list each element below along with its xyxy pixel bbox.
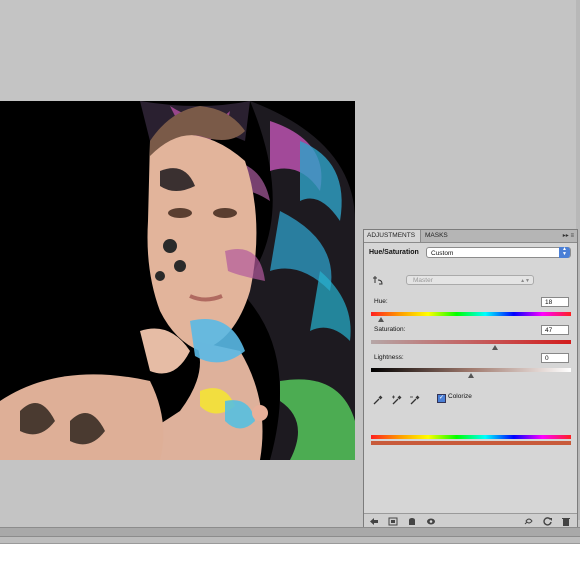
colorize-label: Colorize	[448, 393, 472, 400]
saturation-label: Saturation:	[374, 326, 406, 333]
reset-icon[interactable]	[543, 517, 553, 526]
panel-tab-bar: ADJUSTMENTS MASKS ▸▸ ≡	[364, 230, 577, 243]
hue-input[interactable]: 18	[541, 297, 569, 307]
preset-value: Custom	[431, 250, 454, 257]
colorize-checkbox[interactable]: ✓ Colorize	[437, 393, 472, 403]
lightness-slider-thumb[interactable]	[468, 373, 474, 378]
channel-value: Master	[413, 277, 433, 284]
clip-layer-icon[interactable]	[407, 517, 417, 526]
saturation-slider-thumb[interactable]	[492, 345, 498, 350]
select-arrows-icon: ▲▼	[559, 247, 570, 258]
lightness-slider-track[interactable]	[371, 368, 571, 372]
eyedropper-icon[interactable]	[372, 394, 384, 406]
status-bar	[0, 527, 580, 537]
checkmark-icon: ✓	[437, 394, 446, 403]
saturation-slider-track[interactable]	[371, 340, 571, 344]
hue-label: Hue:	[374, 298, 388, 305]
hue-slider-track[interactable]	[371, 312, 571, 316]
input-spectrum-bar	[371, 435, 571, 439]
eyedropper-plus-icon[interactable]	[391, 394, 403, 406]
tab-masks[interactable]: MASKS	[422, 230, 452, 242]
back-arrow-icon[interactable]	[369, 517, 379, 526]
preset-select[interactable]: Custom ▲ ▼	[426, 247, 571, 258]
scroll-bar[interactable]	[0, 537, 580, 544]
panel-menu-icon[interactable]: ▸▸ ≡	[563, 230, 574, 242]
document-canvas[interactable]	[0, 101, 355, 460]
view-previous-icon[interactable]	[524, 517, 534, 526]
tab-adjustments[interactable]: ADJUSTMENTS	[364, 230, 421, 242]
select-arrows-icon: ▲▼	[520, 278, 530, 284]
artwork-image	[0, 101, 355, 460]
lightness-label: Lightness:	[374, 354, 404, 361]
eyedropper-minus-icon[interactable]	[409, 394, 421, 406]
adjustment-title: Hue/Saturation	[369, 249, 419, 256]
expand-view-icon[interactable]	[388, 517, 398, 526]
visibility-eye-icon[interactable]	[426, 517, 436, 526]
saturation-input[interactable]: 47	[541, 325, 569, 335]
output-spectrum-bar	[371, 441, 571, 445]
page-margin	[0, 544, 580, 577]
trash-icon[interactable]	[561, 517, 571, 526]
channel-select[interactable]: Master ▲▼	[406, 275, 534, 285]
lightness-input[interactable]: 0	[541, 353, 569, 363]
hue-slider-thumb[interactable]	[378, 317, 384, 322]
target-adjustment-icon[interactable]	[372, 275, 384, 287]
adjustments-panel: ADJUSTMENTS MASKS ▸▸ ≡ Hue/Saturation Cu…	[363, 229, 578, 529]
